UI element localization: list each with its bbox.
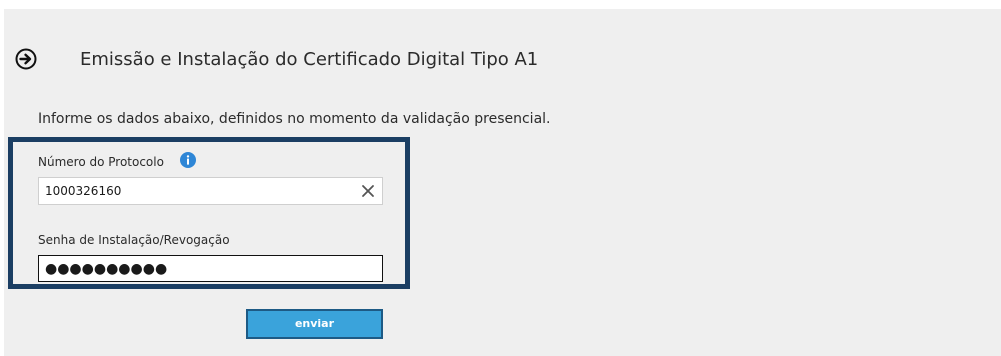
submit-button[interactable]: enviar [246,309,383,339]
protocol-input[interactable] [38,177,383,205]
page-title: Emissão e Instalação do Certificado Digi… [80,49,539,70]
instruction-text: Informe os dados abaixo, definidos no mo… [38,111,551,127]
password-label: Senha de Instalação/Revogação [38,233,230,247]
close-icon[interactable] [360,183,376,199]
protocol-label: Número do Protocolo [38,155,164,169]
password-input[interactable] [38,255,383,282]
arrow-right-circle-icon [15,48,37,70]
info-icon[interactable] [180,152,196,168]
